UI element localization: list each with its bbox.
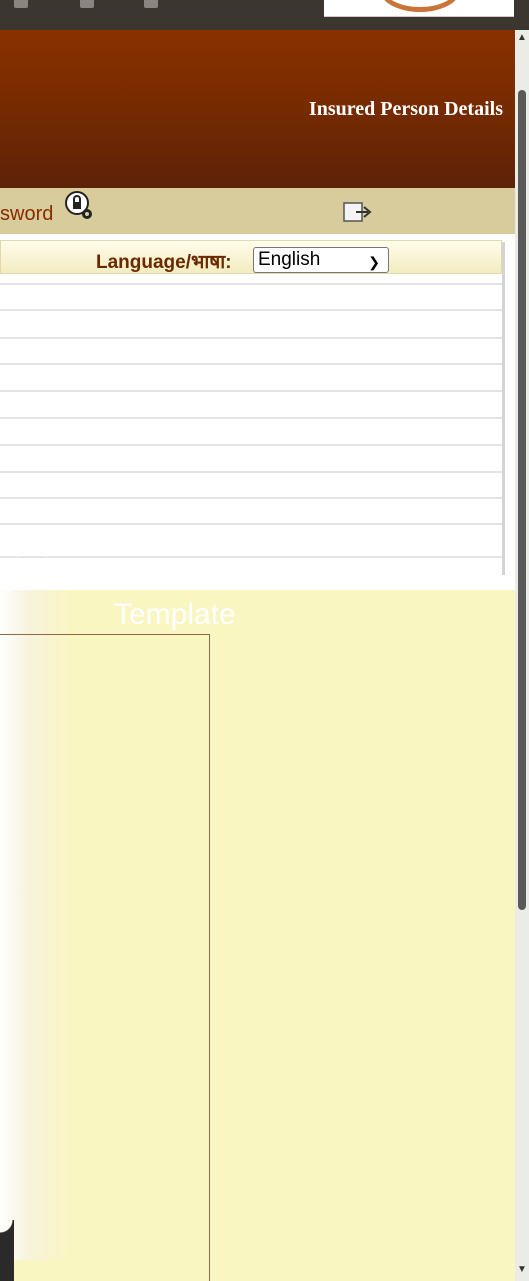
row-divider xyxy=(0,444,502,446)
language-selected-value: English xyxy=(258,249,321,270)
scroll-up-icon[interactable]: ▲ xyxy=(517,32,527,43)
scroll-down-icon[interactable]: ▼ xyxy=(517,1264,527,1275)
change-password-link[interactable]: sword xyxy=(0,203,53,226)
language-select[interactable]: English ❯ xyxy=(253,247,389,273)
row-divider xyxy=(0,497,502,499)
language-label: Language/भाषा: xyxy=(96,252,232,273)
template-link[interactable]: Template xyxy=(114,598,236,632)
browser-icon xyxy=(80,0,94,8)
row-divider xyxy=(0,337,502,339)
row-divider xyxy=(0,523,502,525)
row-divider xyxy=(0,390,502,392)
row-divider xyxy=(0,471,502,473)
page-title: Insured Person Details xyxy=(308,98,503,120)
row-divider xyxy=(0,556,502,558)
content-frame xyxy=(0,634,210,1281)
panel-border xyxy=(502,242,505,575)
row-divider xyxy=(0,283,502,285)
logout-icon[interactable] xyxy=(342,199,378,225)
page-header: Insured Person Details xyxy=(0,30,515,188)
chevron-down-icon: ❯ xyxy=(368,254,380,270)
details-panel xyxy=(0,234,515,590)
click-here-link[interactable]: Click xyxy=(8,532,64,563)
device-frame-corner xyxy=(0,1220,14,1281)
logo-emblem xyxy=(380,0,460,12)
lock-settings-icon[interactable] xyxy=(64,188,94,222)
row-divider xyxy=(0,363,502,365)
browser-icon xyxy=(144,0,158,8)
language-row xyxy=(0,240,502,274)
browser-icon xyxy=(14,0,28,8)
row-divider xyxy=(0,309,502,311)
row-divider xyxy=(0,417,502,419)
scrollbar-thumb[interactable] xyxy=(518,90,526,910)
scrollbar[interactable]: ▲ ▼ xyxy=(515,30,529,1281)
logo xyxy=(324,0,514,17)
